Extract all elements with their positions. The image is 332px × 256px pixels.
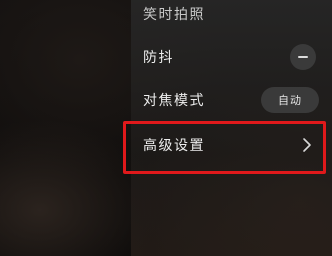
settings-item-smile-capture[interactable]: 笑时拍照 <box>131 0 332 34</box>
focus-mode-value[interactable]: 自动 <box>261 87 319 113</box>
settings-item-label: 对焦模式 <box>143 93 205 109</box>
settings-item-focus-mode[interactable]: 对焦模式 自动 <box>131 80 332 120</box>
settings-item-label: 笑时拍照 <box>143 7 205 23</box>
settings-item-stabilization[interactable]: 防抖 <box>131 37 332 77</box>
settings-item-label: 高级设置 <box>143 138 205 154</box>
settings-item-advanced[interactable]: 高级设置 <box>131 125 332 165</box>
chevron-right-icon <box>303 138 311 152</box>
settings-item-label: 防抖 <box>143 50 174 66</box>
minus-icon[interactable] <box>290 44 316 70</box>
